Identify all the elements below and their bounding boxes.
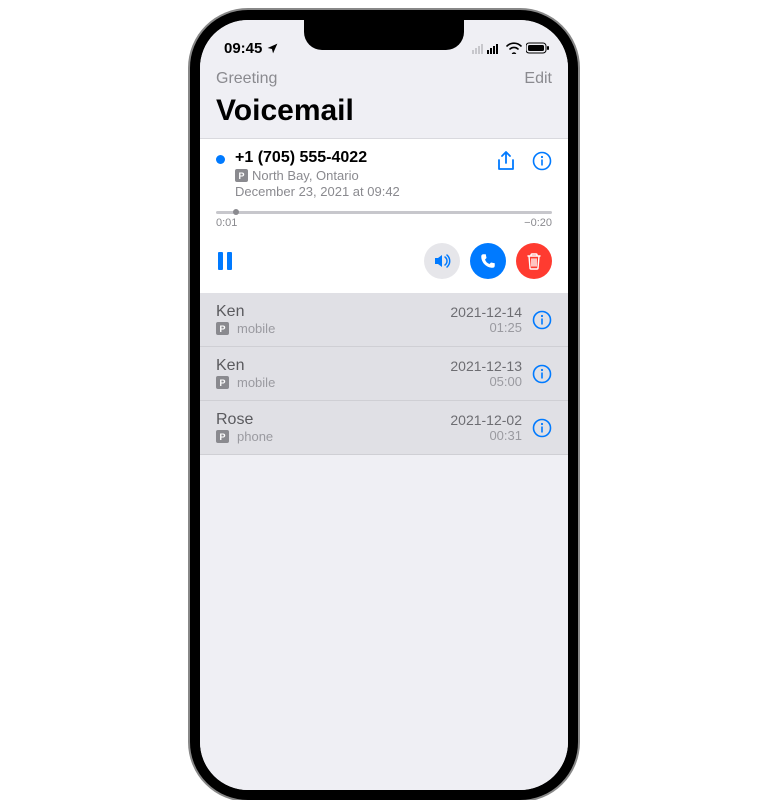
status-right [472, 42, 550, 54]
phone-label: mobile [237, 375, 275, 390]
phone-type-badge-icon: P [235, 169, 248, 182]
info-icon[interactable] [532, 418, 552, 438]
dual-signal-icon [472, 42, 502, 54]
voicemail-date: 2021-12-14 [450, 304, 522, 320]
voicemail-duration: 05:00 [450, 374, 522, 389]
caller-name: Rose [216, 411, 450, 429]
status-left: 09:45 [224, 40, 279, 57]
voicemail-location: North Bay, Ontario [252, 168, 359, 183]
info-icon[interactable] [532, 310, 552, 330]
delete-button[interactable] [516, 243, 552, 279]
nav-bar: Greeting Edit [200, 64, 568, 92]
voicemail-datetime: December 23, 2021 at 09:42 [235, 184, 496, 199]
screen: 09:45 Gre [200, 20, 568, 790]
phone-frame: 09:45 Gre [190, 10, 578, 800]
voicemail-date: 2021-12-02 [450, 412, 522, 428]
phone-type-badge-icon: P [216, 322, 229, 335]
voicemail-expanded: +1 (705) 555-4022 P North Bay, Ontario D… [200, 138, 568, 293]
pause-button[interactable] [216, 251, 234, 271]
speaker-button[interactable] [424, 243, 460, 279]
list-item[interactable]: Rose Pphone 2021-12-02 00:31 [200, 401, 568, 455]
call-back-button[interactable] [470, 243, 506, 279]
info-icon[interactable] [532, 364, 552, 384]
list-item[interactable]: Ken Pmobile 2021-12-14 01:25 [200, 293, 568, 347]
list-item[interactable]: Ken Pmobile 2021-12-13 05:00 [200, 347, 568, 401]
caller-name: Ken [216, 303, 450, 321]
voicemail-duration: 01:25 [450, 320, 522, 335]
unread-dot-icon [216, 155, 225, 164]
battery-icon [526, 42, 550, 54]
caller-name: Ken [216, 357, 450, 375]
notch [304, 20, 464, 50]
voicemail-duration: 00:31 [450, 428, 522, 443]
page-title: Voicemail [200, 92, 568, 138]
voicemail-list: Ken Pmobile 2021-12-14 01:25 Ken Pmobile… [200, 293, 568, 455]
info-icon[interactable] [532, 151, 552, 173]
wifi-icon [506, 42, 522, 54]
clock-text: 09:45 [224, 40, 262, 57]
share-icon[interactable] [496, 151, 516, 173]
scrubber-knob-icon[interactable] [233, 209, 239, 215]
voicemail-number: +1 (705) 555-4022 [235, 149, 496, 167]
elapsed-time: 0:01 [216, 217, 237, 229]
phone-type-badge-icon: P [216, 430, 229, 443]
edit-button[interactable]: Edit [524, 70, 552, 88]
greeting-button[interactable]: Greeting [216, 70, 277, 88]
voicemail-date: 2021-12-13 [450, 358, 522, 374]
location-arrow-icon [266, 42, 279, 55]
phone-type-badge-icon: P [216, 376, 229, 389]
phone-label: mobile [237, 321, 275, 336]
remaining-time: −0:20 [524, 217, 552, 229]
playback-timeline[interactable]: 0:01 −0:20 [216, 211, 552, 229]
phone-label: phone [237, 429, 273, 444]
